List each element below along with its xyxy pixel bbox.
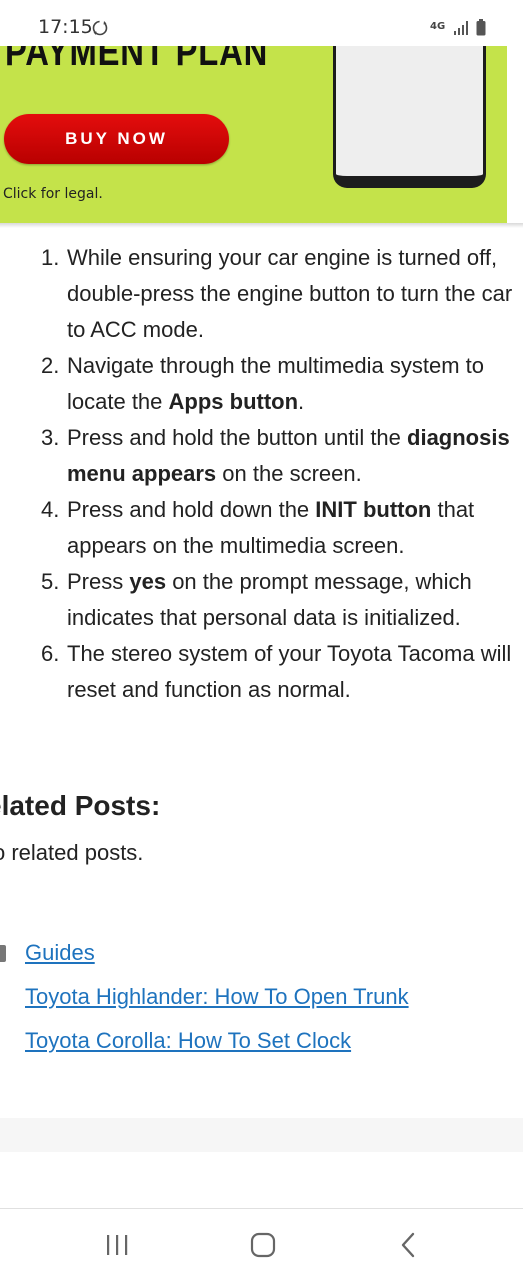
signal-icon — [454, 21, 468, 35]
step-number: 1. — [41, 245, 60, 270]
step-text: Press and hold the button until the — [67, 425, 408, 450]
step-item: 2. Navigate through the multimedia system… — [0, 348, 523, 420]
related-posts-heading: elated Posts: — [0, 790, 161, 821]
status-time: 17:15 — [38, 16, 93, 38]
ad-divider — [0, 223, 523, 228]
sync-icon — [92, 20, 108, 36]
step-number: 2. — [41, 353, 60, 378]
step-text-bold: INIT button — [315, 497, 432, 522]
ad-banner[interactable]: PAYMENT PLAN BUY NOW Click for legal. — [0, 46, 507, 223]
step-text-bold: Apps button — [168, 389, 299, 414]
battery-icon — [476, 19, 486, 36]
step-number: 6. — [41, 641, 60, 666]
step-number: 5. — [41, 569, 60, 594]
buy-now-button[interactable]: BUY NOW — [4, 114, 229, 164]
step-text: on the screen. — [216, 461, 362, 486]
step-item: 3. Press and hold the button until the di… — [0, 420, 523, 492]
home-icon[interactable] — [247, 1229, 279, 1261]
related-posts-text: o related posts. — [0, 840, 144, 865]
step-text: While ensuring your car engine is turned… — [67, 245, 513, 342]
step-text: The stereo system of your Toyota Tacoma … — [67, 641, 512, 702]
step-text: . — [298, 389, 305, 414]
step-text: Press — [67, 569, 130, 594]
ad-title: PAYMENT PLAN — [5, 46, 269, 74]
navigation-bar — [0, 1208, 523, 1279]
step-number: 4. — [41, 497, 60, 522]
category-link-guides[interactable]: Guides — [25, 940, 95, 966]
step-item: 4. Press and hold down the INIT button th… — [0, 492, 523, 564]
step-number: 3. — [41, 425, 60, 450]
step-item: 6. The stereo system of your Toyota Tacom… — [0, 636, 523, 708]
step-text-bold: yes — [129, 569, 167, 594]
steps-list: 1. While ensuring your car engine is turn… — [0, 240, 523, 708]
step-item: 1. While ensuring your car engine is turn… — [0, 240, 523, 348]
step-text: Press and hold down the — [67, 497, 316, 522]
back-icon[interactable] — [393, 1229, 425, 1261]
network-type-label: 4G — [430, 21, 446, 32]
recent-apps-icon[interactable] — [101, 1229, 133, 1261]
next-post-link[interactable]: Toyota Corolla: How To Set Clock — [25, 1028, 351, 1054]
folder-icon — [0, 945, 6, 962]
status-bar: 17:15 4G — [0, 0, 523, 46]
footer-band — [0, 1118, 523, 1152]
ad-phone-image — [333, 46, 486, 188]
legal-link[interactable]: Click for legal. — [3, 186, 103, 202]
step-item: 5. Press yes on the prompt message, which… — [0, 564, 523, 636]
prev-post-link[interactable]: Toyota Highlander: How To Open Trunk — [25, 984, 409, 1010]
